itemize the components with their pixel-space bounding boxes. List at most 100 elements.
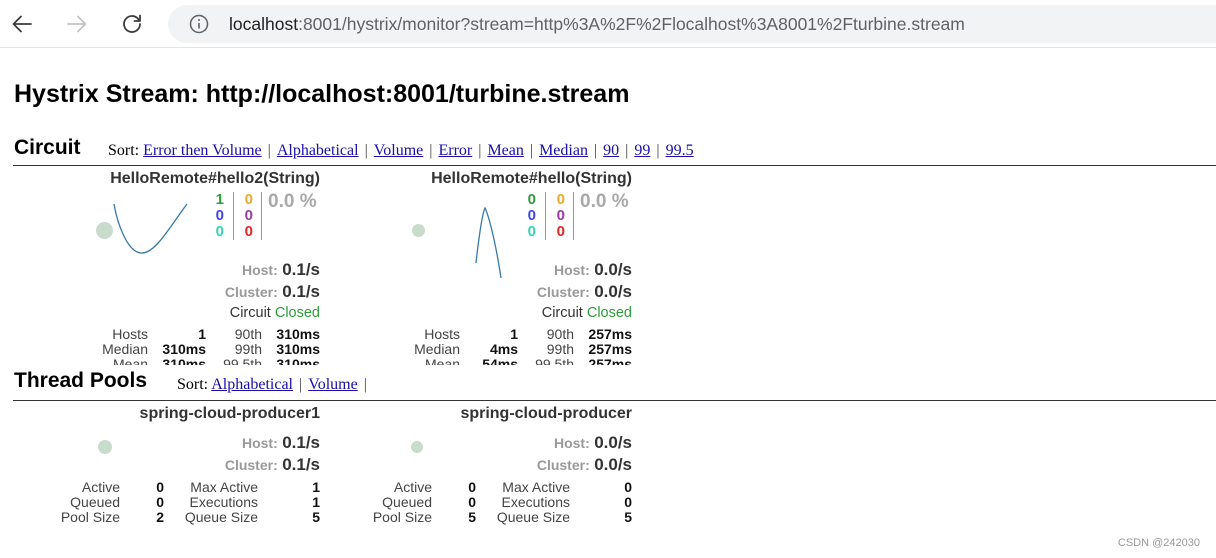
cluster-value: 0.1/s <box>282 455 320 474</box>
stat-value: 1 <box>312 494 320 510</box>
stat-label: Mean <box>112 356 148 366</box>
circuit-card: HelloRemote#hello(String) 0 0 0 0 0 0 0.… <box>392 170 632 365</box>
host-label: Host: <box>553 435 590 451</box>
error-percentage: 0.0 % <box>580 191 629 212</box>
stat-value: 0 <box>624 479 632 495</box>
host-value: 0.0/s <box>594 260 632 279</box>
cluster-rate: Cluster: 0.1/s <box>225 455 320 475</box>
counts-left-column: 0 0 0 <box>518 192 536 240</box>
stat-value: 310ms <box>162 341 206 357</box>
stat-label: Median <box>102 341 148 357</box>
stat-label: Queued <box>382 494 432 510</box>
thread-pool-health-dot[interactable] <box>98 440 112 454</box>
reload-button[interactable] <box>116 8 148 40</box>
latency-table: Hosts 1 90th 310ms Median 310ms 99th 310… <box>80 327 320 365</box>
back-button[interactable] <box>6 8 38 40</box>
stat-value: 257ms <box>588 327 632 342</box>
info-icon[interactable] <box>189 14 209 34</box>
error-percentage: 0.0 % <box>268 191 317 212</box>
cluster-value: 0.1/s <box>282 282 320 301</box>
stat-value: 5 <box>312 509 320 525</box>
sort-label: Sort: <box>108 142 140 159</box>
cluster-rate: Cluster: 0.1/s <box>225 282 320 302</box>
thread-pool-health-dot[interactable] <box>411 441 423 453</box>
circuit-divider <box>13 165 1216 166</box>
success-count: 0 <box>527 191 536 208</box>
sort-label: Sort: <box>177 376 209 393</box>
stat-label: 90th <box>234 327 262 342</box>
stat-value: 1 <box>312 479 320 495</box>
sort-90-link[interactable]: 90 <box>603 142 619 159</box>
rate-sparkline <box>475 206 502 279</box>
host-rate: Host: 0.0/s <box>554 433 632 453</box>
browser-toolbar: localhost:8001/hystrix/monitor?stream=ht… <box>0 0 1216 48</box>
latency-table: Hosts 1 90th 257ms Median 4ms 99th 257ms… <box>392 327 632 365</box>
circuit-section-title: Circuit <box>14 136 81 159</box>
stat-value: 5 <box>468 509 476 525</box>
latency-stats: Hosts 1 90th 310ms Median 310ms 99th 310… <box>80 327 320 365</box>
timeout-count: 0 <box>244 191 253 208</box>
bad-request-count: 0 <box>215 223 224 240</box>
sort-error-then-volume-link[interactable]: Error then Volume <box>143 142 262 159</box>
host-value: 0.1/s <box>282 260 320 279</box>
reload-icon <box>123 14 141 33</box>
sort-alphabetical-link[interactable]: Alphabetical <box>277 142 359 159</box>
thread-pool-stats: Active 0 Max Active 1 Queued 0 Execution… <box>50 480 320 525</box>
sort-alphabetical-link[interactable]: Alphabetical <box>211 376 293 393</box>
stat-value: 0 <box>156 479 164 495</box>
short-circuited-count: 0 <box>215 207 224 224</box>
stat-label: Max Active <box>190 479 258 495</box>
sort-error-link[interactable]: Error <box>438 142 472 159</box>
stat-label: Pool Size <box>60 509 120 525</box>
failure-count: 0 <box>556 223 565 240</box>
stat-label: Hosts <box>112 327 148 342</box>
stat-label: Active <box>81 479 120 495</box>
stat-value: 310ms <box>162 356 206 366</box>
stat-label: Median <box>414 341 460 357</box>
cluster-value: 0.0/s <box>594 282 632 301</box>
circuit-status: Circuit Closed <box>230 305 320 321</box>
stat-label: Active <box>393 479 432 495</box>
table-row: Active 0 Max Active 1 <box>50 480 320 495</box>
stat-label: 99th <box>234 341 262 357</box>
stat-value: 0 <box>468 479 476 495</box>
address-bar[interactable]: localhost:8001/hystrix/monitor?stream=ht… <box>168 5 1216 43</box>
stat-label: Queued <box>70 494 120 510</box>
thread-pool-name: spring-cloud-producer1 <box>139 405 320 422</box>
stat-value: 0 <box>468 494 476 510</box>
sort-99-5-link[interactable]: 99.5 <box>666 142 694 159</box>
circuit-status: Circuit Closed <box>542 305 632 321</box>
counts-divider <box>261 192 262 240</box>
circuit-health-dot[interactable] <box>412 224 425 237</box>
thread-pool-card: spring-cloud-producer Host: 0.0/s Cluste… <box>362 405 632 530</box>
stat-label: 99th <box>546 341 574 357</box>
url-text[interactable]: localhost:8001/hystrix/monitor?stream=ht… <box>229 14 965 35</box>
counts-divider <box>545 192 546 240</box>
sort-volume-link[interactable]: Volume <box>374 142 423 159</box>
table-row: Pool Size 2 Queue Size 5 <box>50 510 320 525</box>
timeout-count: 0 <box>556 191 565 208</box>
bad-request-count: 0 <box>527 223 536 240</box>
thread-pool-card: spring-cloud-producer1 Host: 0.1/s Clust… <box>50 405 320 530</box>
sort-mean-link[interactable]: Mean <box>487 142 523 159</box>
circuit-status-value: Closed <box>586 305 632 321</box>
host-label: Host: <box>241 262 278 278</box>
circuit-health-dot[interactable] <box>96 222 113 239</box>
cluster-rate: Cluster: 0.0/s <box>537 282 632 302</box>
stat-value: 310ms <box>276 341 320 357</box>
sort-median-link[interactable]: Median <box>539 142 588 159</box>
forward-button[interactable] <box>61 8 93 40</box>
forward-arrow-icon <box>67 15 87 33</box>
stat-value: 0 <box>624 494 632 510</box>
back-arrow-icon <box>12 15 32 33</box>
host-label: Host: <box>241 435 278 451</box>
rate-sparkline <box>113 203 188 254</box>
stat-label: Pool Size <box>372 509 432 525</box>
latency-stats: Hosts 1 90th 257ms Median 4ms 99th 257ms… <box>392 327 632 365</box>
cluster-label: Cluster: <box>224 457 278 473</box>
thread-pool-name: spring-cloud-producer <box>460 405 632 422</box>
sort-volume-link[interactable]: Volume <box>308 376 357 393</box>
circuit-sort-bar: Sort: Error then Volume | Alphabetical | Vol… <box>108 142 694 159</box>
table-row: Queued 0 Executions 0 <box>362 495 632 510</box>
sort-99-link[interactable]: 99 <box>634 142 650 159</box>
